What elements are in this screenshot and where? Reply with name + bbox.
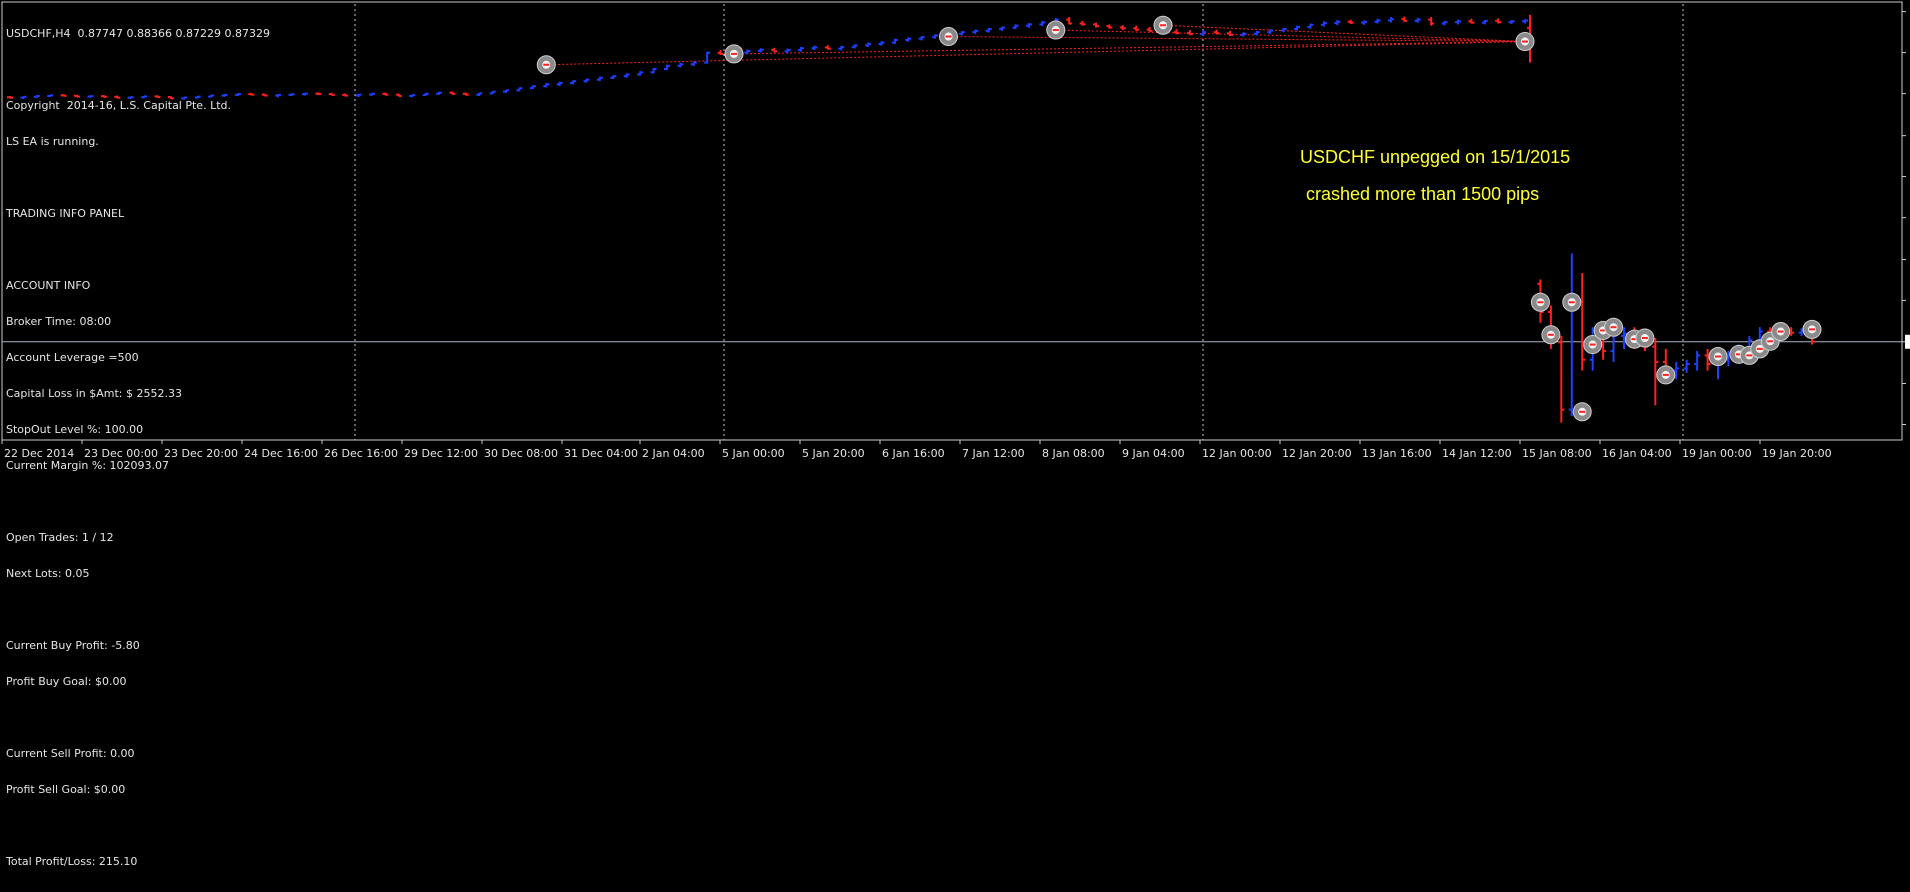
x-tick-label: 5 Jan 20:00 (802, 447, 865, 460)
x-tick-label: 12 Jan 20:00 (1282, 447, 1352, 460)
account-info-header: ACCOUNT INFO (6, 279, 91, 292)
capital-loss: Capital Loss in $Amt: $ 2552.33 (6, 387, 182, 400)
x-tick-label: 7 Jan 12:00 (962, 447, 1025, 460)
x-tick-label: 19 Jan 00:00 (1682, 447, 1752, 460)
chart-window[interactable]: 1.025501.006600.987700.968300.949450.930… (0, 0, 1910, 868)
broker-time: Broker Time: 08:00 (6, 315, 112, 328)
x-tick-label: 5 Jan 00:00 (722, 447, 785, 460)
panel-title: TRADING INFO PANEL (6, 207, 125, 220)
total-profit-loss: Total Profit/Loss: 215.10 (6, 855, 138, 868)
x-tick-label: 31 Dec 04:00 (564, 447, 638, 460)
next-lots: Next Lots: 0.05 (6, 567, 90, 580)
x-tick-label: 14 Jan 12:00 (1442, 447, 1512, 460)
x-tick-label: 8 Jan 08:00 (1042, 447, 1105, 460)
price-chart[interactable]: 1.025501.006600.987700.968300.949450.930… (0, 0, 1910, 465)
x-tick-label: 19 Jan 20:00 (1762, 447, 1832, 460)
current-margin: Current Margin %: 102093.07 (6, 459, 170, 472)
trade-link-line (948, 36, 1526, 43)
x-tick-label: 9 Jan 04:00 (1122, 447, 1185, 460)
annotation-unpeg: USDCHF unpegged on 15/1/2015 (1300, 147, 1571, 167)
x-tick-label: 12 Jan 00:00 (1202, 447, 1272, 460)
x-tick-label: 26 Dec 16:00 (324, 447, 398, 460)
x-tick-label: 30 Dec 08:00 (484, 447, 558, 460)
copyright-text: Copyright 2014-16, L.S. Capital Pte. Ltd… (6, 99, 231, 112)
x-tick-label: 2 Jan 04:00 (642, 447, 705, 460)
symbol-header: USDCHF,H4 0.87747 0.88366 0.87229 0.8732… (6, 27, 270, 40)
current-sell-profit: Current Sell Profit: 0.00 (6, 747, 135, 760)
x-tick-label: 29 Dec 12:00 (404, 447, 478, 460)
profit-buy-goal: Profit Buy Goal: $0.00 (6, 675, 127, 688)
profit-sell-goal: Profit Sell Goal: $0.00 (6, 783, 126, 796)
account-leverage: Account Leverage =500 (6, 351, 139, 364)
annotation-crash: crashed more than 1500 pips (1306, 184, 1540, 204)
stopout-level: StopOut Level %: 100.00 (6, 423, 144, 436)
x-tick-label: 13 Jan 16:00 (1362, 447, 1432, 460)
open-trades: Open Trades: 1 / 12 (6, 531, 114, 544)
trading-info-panel: USDCHF,H4 0.87747 0.88366 0.87229 0.8732… (6, 4, 270, 892)
current-buy-profit: Current Buy Profit: -5.80 (6, 639, 140, 652)
trade-link-line (546, 41, 1526, 66)
x-tick-label: 6 Jan 16:00 (882, 447, 945, 460)
x-tick-label: 16 Jan 04:00 (1602, 447, 1672, 460)
plot-frame (1, 1, 1903, 441)
x-tick-label: 15 Jan 08:00 (1522, 447, 1592, 460)
ea-status-text: LS EA is running. (6, 135, 99, 148)
